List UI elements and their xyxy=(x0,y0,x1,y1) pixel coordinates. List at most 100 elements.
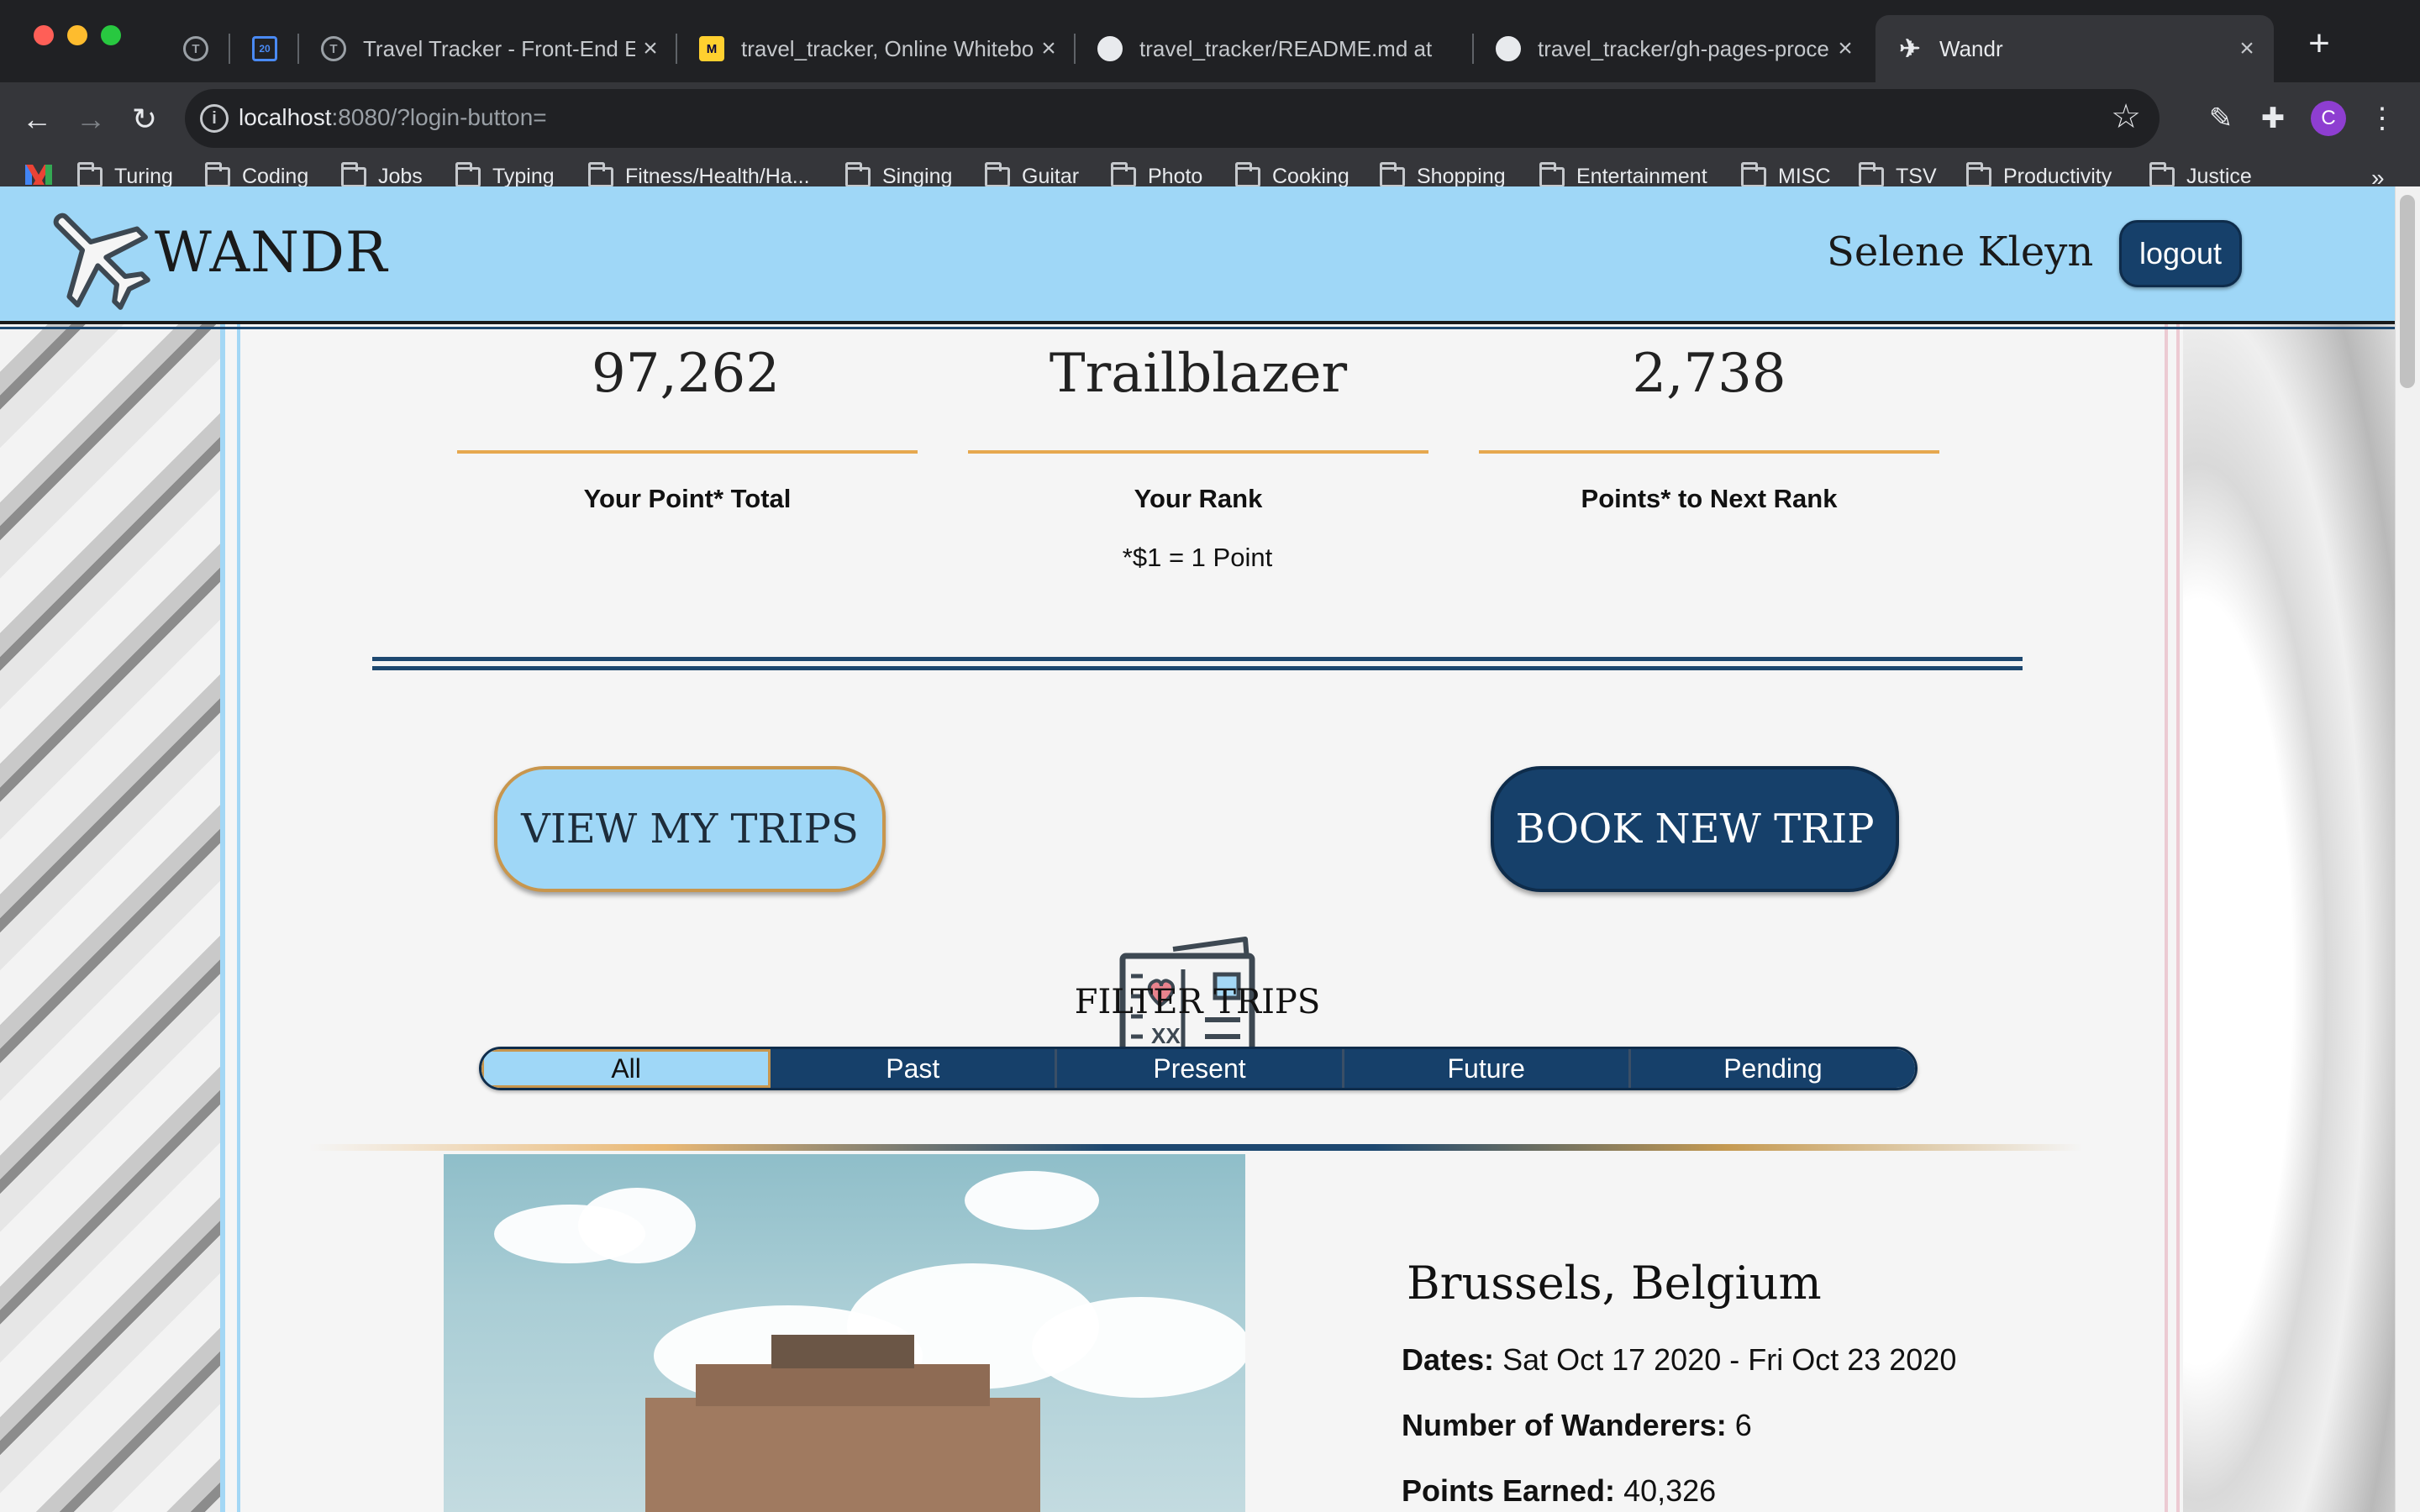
page-scrollbar-thumb[interactable] xyxy=(2400,195,2415,388)
folder-icon xyxy=(1741,161,1766,187)
site-info-icon[interactable]: i xyxy=(200,104,229,133)
trips-divider xyxy=(309,1144,2082,1151)
stat-underline xyxy=(457,450,918,454)
filter-past-button[interactable]: Past xyxy=(771,1049,1058,1088)
trip-dates-label: Dates: xyxy=(1402,1342,1495,1377)
reload-icon[interactable]: ↻ xyxy=(123,97,166,141)
bookmark-folder-turing[interactable]: Turing xyxy=(77,161,173,189)
filter-all-button[interactable]: All xyxy=(481,1049,771,1088)
section-divider xyxy=(372,657,2023,661)
trip-destination-photo xyxy=(444,1154,1245,1512)
turing-favicon-icon: T xyxy=(321,36,346,61)
window-close-button[interactable] xyxy=(34,25,54,45)
window-minimize-button[interactable] xyxy=(67,25,87,45)
stat-underline xyxy=(1479,450,1939,454)
chrome-menu-icon[interactable]: ⋮ xyxy=(2363,99,2402,138)
tab-title: Travel Tracker - Front-End Eng xyxy=(363,35,635,61)
bookmark-folder-jobs[interactable]: Jobs xyxy=(341,161,423,189)
gmail-icon xyxy=(25,165,52,185)
points-to-next-label: Points* to Next Rank xyxy=(1581,484,1838,513)
tab-close-icon[interactable]: × xyxy=(1034,34,1064,63)
calendar-favicon-icon: 20 xyxy=(252,36,277,61)
folder-icon xyxy=(845,161,871,187)
airplane-favicon-icon: ✈ xyxy=(1899,34,1921,63)
bookmark-folder-shopping[interactable]: Shopping xyxy=(1380,161,1506,189)
rank-value: Trailblazer xyxy=(1049,343,1348,405)
filter-future-button[interactable]: Future xyxy=(1344,1049,1631,1088)
back-arrow-icon[interactable]: ← xyxy=(15,97,59,141)
extensions-puzzle-icon[interactable]: ✚ xyxy=(2254,99,2292,138)
bookmark-folder-fitness[interactable]: Fitness/Health/Ha... xyxy=(588,161,810,189)
tab-title: travel_tracker/gh-pages-proce xyxy=(1538,35,1829,61)
filter-trips-title: FILTER TRIPS xyxy=(1074,983,1321,1021)
address-url[interactable]: localhost:8080/?login-button= xyxy=(239,104,547,131)
bookmark-folder-tsv[interactable]: TSV xyxy=(1859,161,1937,189)
bookmark-folder-productivity[interactable]: Productivity xyxy=(1966,161,2112,189)
tab-title: Wandr xyxy=(1939,35,2003,61)
background-left-image xyxy=(0,186,227,1512)
folder-icon xyxy=(1966,161,1991,187)
page-border-left xyxy=(220,186,225,1512)
web-page: 97,262 Trailblazer 2,738 Your Point* Tot… xyxy=(0,186,2420,1512)
stat-underline xyxy=(968,450,1428,454)
browser-tab-whiteboard[interactable]: M travel_tracker, Online Whitebo × xyxy=(677,15,1076,82)
site-header: WANDR Selene Kleyn logout xyxy=(0,186,2395,329)
bookmark-folder-coding[interactable]: Coding xyxy=(205,161,308,189)
page-border-right xyxy=(2165,186,2168,1512)
browser-tab-pinned-turing[interactable]: T xyxy=(161,15,230,82)
folder-icon xyxy=(1111,161,1136,187)
browser-tab-pinned-calendar[interactable]: 20 xyxy=(230,15,299,82)
browser-tab-gh-pages[interactable]: travel_tracker/gh-pages-proce × xyxy=(1474,15,1872,82)
bookmark-folder-typing[interactable]: Typing xyxy=(455,161,555,189)
tab-close-icon[interactable]: × xyxy=(2232,34,2262,63)
pen-extension-icon[interactable]: ✎ xyxy=(2202,99,2240,138)
trip-destination-title: Brussels, Belgium xyxy=(1407,1257,1822,1310)
bookmark-folder-photo[interactable]: Photo xyxy=(1111,161,1202,189)
new-tab-button[interactable]: + xyxy=(2296,20,2343,67)
tab-title: travel_tracker/README.md at xyxy=(1139,35,1433,61)
tab-close-icon[interactable]: × xyxy=(1830,34,1860,63)
folder-icon xyxy=(1539,161,1565,187)
profile-avatar[interactable]: C xyxy=(2311,101,2346,136)
folder-icon xyxy=(77,161,103,187)
bookmark-folder-guitar[interactable]: Guitar xyxy=(985,161,1079,189)
trip-points-value: 40,326 xyxy=(1623,1473,1717,1508)
background-right-image xyxy=(2176,186,2395,1512)
folder-icon xyxy=(455,161,481,187)
browser-tab-travel-tracker[interactable]: T Travel Tracker - Front-End Eng × xyxy=(299,15,677,82)
bookmark-folder-entertainment[interactable]: Entertainment xyxy=(1539,161,1707,189)
turing-favicon-icon: T xyxy=(183,36,208,61)
logout-button[interactable]: logout xyxy=(2119,220,2242,287)
points-to-next-value: 2,738 xyxy=(1632,343,1786,405)
bookmark-gmail[interactable] xyxy=(25,165,69,185)
photo-cloud xyxy=(578,1188,696,1263)
tab-close-icon[interactable]: × xyxy=(635,34,666,63)
user-name: Selene Kleyn xyxy=(1827,228,2094,276)
browser-tab-wandr[interactable]: ✈ Wandr × xyxy=(1876,15,2274,82)
folder-icon xyxy=(1235,161,1260,187)
trip-points-label: Points Earned: xyxy=(1402,1473,1616,1508)
folder-icon xyxy=(985,161,1010,187)
bookmark-folder-singing[interactable]: Singing xyxy=(845,161,952,189)
section-divider xyxy=(372,666,2023,670)
forward-arrow-icon[interactable]: → xyxy=(69,97,113,141)
trip-dates: Dates: Sat Oct 17 2020 - Fri Oct 23 2020 xyxy=(1402,1342,1956,1378)
filter-pending-button[interactable]: Pending xyxy=(1630,1049,1915,1088)
rank-label: Your Rank xyxy=(1134,484,1263,513)
site-logo-text[interactable]: WANDR xyxy=(155,220,388,285)
window-zoom-button[interactable] xyxy=(101,25,121,45)
bookmark-folder-cooking[interactable]: Cooking xyxy=(1235,161,1349,189)
trip-dates-value: Sat Oct 17 2020 - Fri Oct 23 2020 xyxy=(1502,1342,1957,1377)
browser-tab-readme[interactable]: travel_tracker/README.md at xyxy=(1076,15,1474,82)
photo-cloud xyxy=(1032,1297,1245,1398)
book-new-trip-button[interactable]: BOOK NEW TRIP xyxy=(1491,766,1899,892)
bookmark-star-icon[interactable]: ☆ xyxy=(2111,97,2141,136)
address-bar[interactable]: i localhost:8080/?login-button= ☆ xyxy=(185,89,2160,148)
bookmark-folder-justice[interactable]: Justice xyxy=(2149,161,2252,189)
browser-tab-strip: T 20 T Travel Tracker - Front-End Eng × … xyxy=(0,0,2420,82)
view-my-trips-button[interactable]: VIEW MY TRIPS xyxy=(494,766,886,892)
bookmark-folder-misc[interactable]: MISC xyxy=(1741,161,1831,189)
photo-arch xyxy=(696,1364,990,1406)
filter-present-button[interactable]: Present xyxy=(1057,1049,1344,1088)
github-favicon-icon xyxy=(1496,36,1521,61)
